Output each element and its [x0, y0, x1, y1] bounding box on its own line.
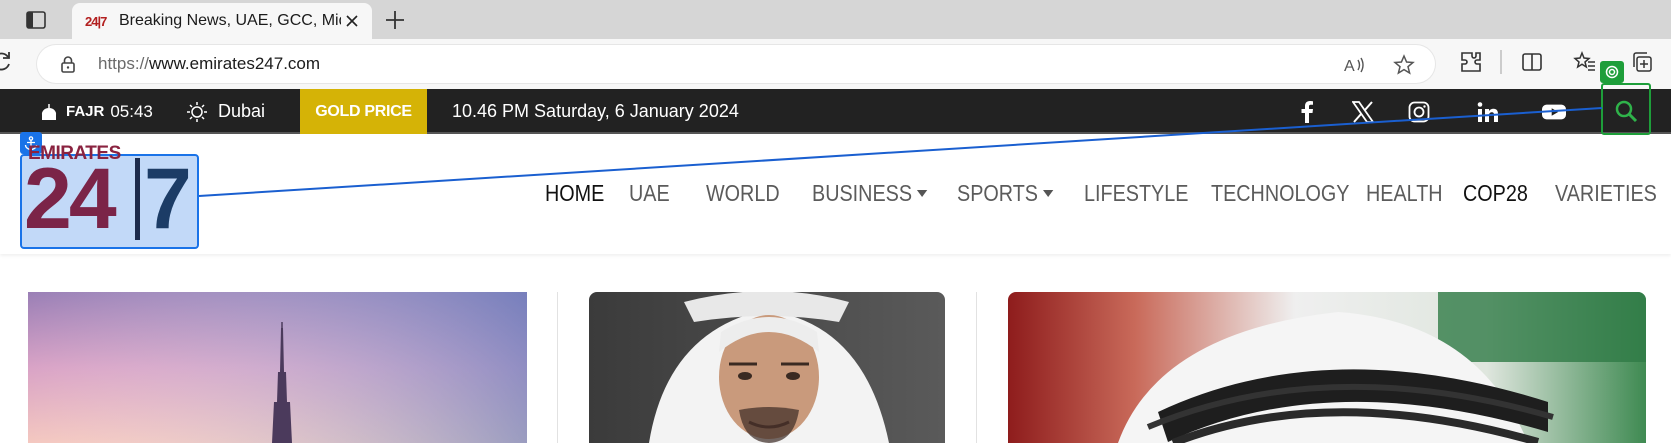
prayer-clock: 05:43 [110, 101, 153, 121]
browser-toolbar: https://www.emirates247.com A [0, 39, 1671, 89]
search-icon[interactable] [1614, 99, 1638, 123]
logo-divider [135, 158, 140, 240]
tab-title: Breaking News, UAE, GCC, Middle East [119, 12, 341, 29]
tab-actions-icon[interactable] [22, 8, 50, 32]
reload-icon[interactable] [0, 51, 12, 79]
lock-icon[interactable] [59, 55, 77, 73]
new-tab-button[interactable] [381, 6, 409, 34]
collections-icon[interactable] [1630, 50, 1654, 74]
site-favicon-icon: 24|7 [85, 13, 107, 29]
nav-item-health[interactable]: HEALTH [1366, 173, 1443, 213]
card-divider [976, 292, 977, 443]
weather-city: Dubai [218, 101, 266, 121]
mosque-icon [41, 103, 57, 120]
favorite-star-icon[interactable] [1393, 54, 1415, 76]
nav-item-home[interactable]: HOME [545, 173, 604, 213]
target-marker-icon [1600, 61, 1624, 83]
chevron-down-icon [917, 189, 928, 197]
browser-tab-strip: 24|7 Breaking News, UAE, GCC, Middle Eas… [0, 0, 1671, 39]
facebook-icon[interactable] [1295, 100, 1319, 124]
article-image-leader[interactable] [1008, 292, 1646, 443]
chevron-down-icon [1043, 189, 1054, 197]
nav-item-world[interactable]: WORLD [706, 173, 780, 213]
gold-price-button[interactable]: GOLD PRICE [300, 89, 427, 134]
logo-seven: 7 [144, 151, 192, 247]
close-tab-icon[interactable] [342, 11, 362, 31]
nav-item-cop28[interactable]: COP28 [1463, 173, 1528, 213]
nav-item-lifestyle[interactable]: LIFESTYLE [1084, 173, 1188, 213]
address-bar[interactable]: https://www.emirates247.com A [37, 45, 1435, 83]
nav-item-varieties[interactable]: VARIETIES [1555, 173, 1657, 213]
sun-icon [187, 101, 207, 122]
prayer-name: FAJR [66, 103, 105, 120]
nav-item-uae[interactable]: UAE [629, 173, 670, 213]
prayer-time: FAJR 05:43 [40, 89, 153, 134]
weather-widget: Dubai [186, 89, 265, 134]
url-text[interactable]: https://www.emirates247.com [98, 54, 320, 74]
youtube-icon[interactable] [1542, 100, 1566, 124]
article-image-dubai[interactable] [28, 292, 527, 443]
active-tab[interactable]: 24|7 Breaking News, UAE, GCC, Middle Eas… [72, 3, 372, 39]
logo-number: 24 [24, 151, 117, 247]
nav-item-technology[interactable]: TECHNOLOGY [1211, 173, 1349, 213]
split-screen-icon[interactable] [1520, 50, 1544, 74]
current-datetime: 10.46 PM Saturday, 6 January 2024 [452, 101, 739, 121]
article-image-portrait[interactable] [589, 292, 945, 443]
card-divider [557, 292, 558, 443]
x-icon[interactable] [1351, 100, 1375, 124]
favorites-icon[interactable] [1573, 50, 1597, 74]
toolbar-divider [1500, 50, 1502, 74]
svg-text:A: A [1344, 58, 1355, 75]
linkedin-icon[interactable] [1476, 100, 1500, 124]
site-topbar: FAJR 05:43 Dubai GOLD PRICE 10.46 PM Sat… [0, 89, 1671, 134]
extensions-icon[interactable] [1459, 50, 1483, 74]
instagram-icon[interactable] [1407, 100, 1431, 124]
nav-item-sports[interactable]: SPORTS [957, 173, 1054, 213]
read-aloud-icon[interactable]: A [1343, 54, 1365, 76]
nav-item-business[interactable]: BUSINESS [812, 173, 928, 213]
